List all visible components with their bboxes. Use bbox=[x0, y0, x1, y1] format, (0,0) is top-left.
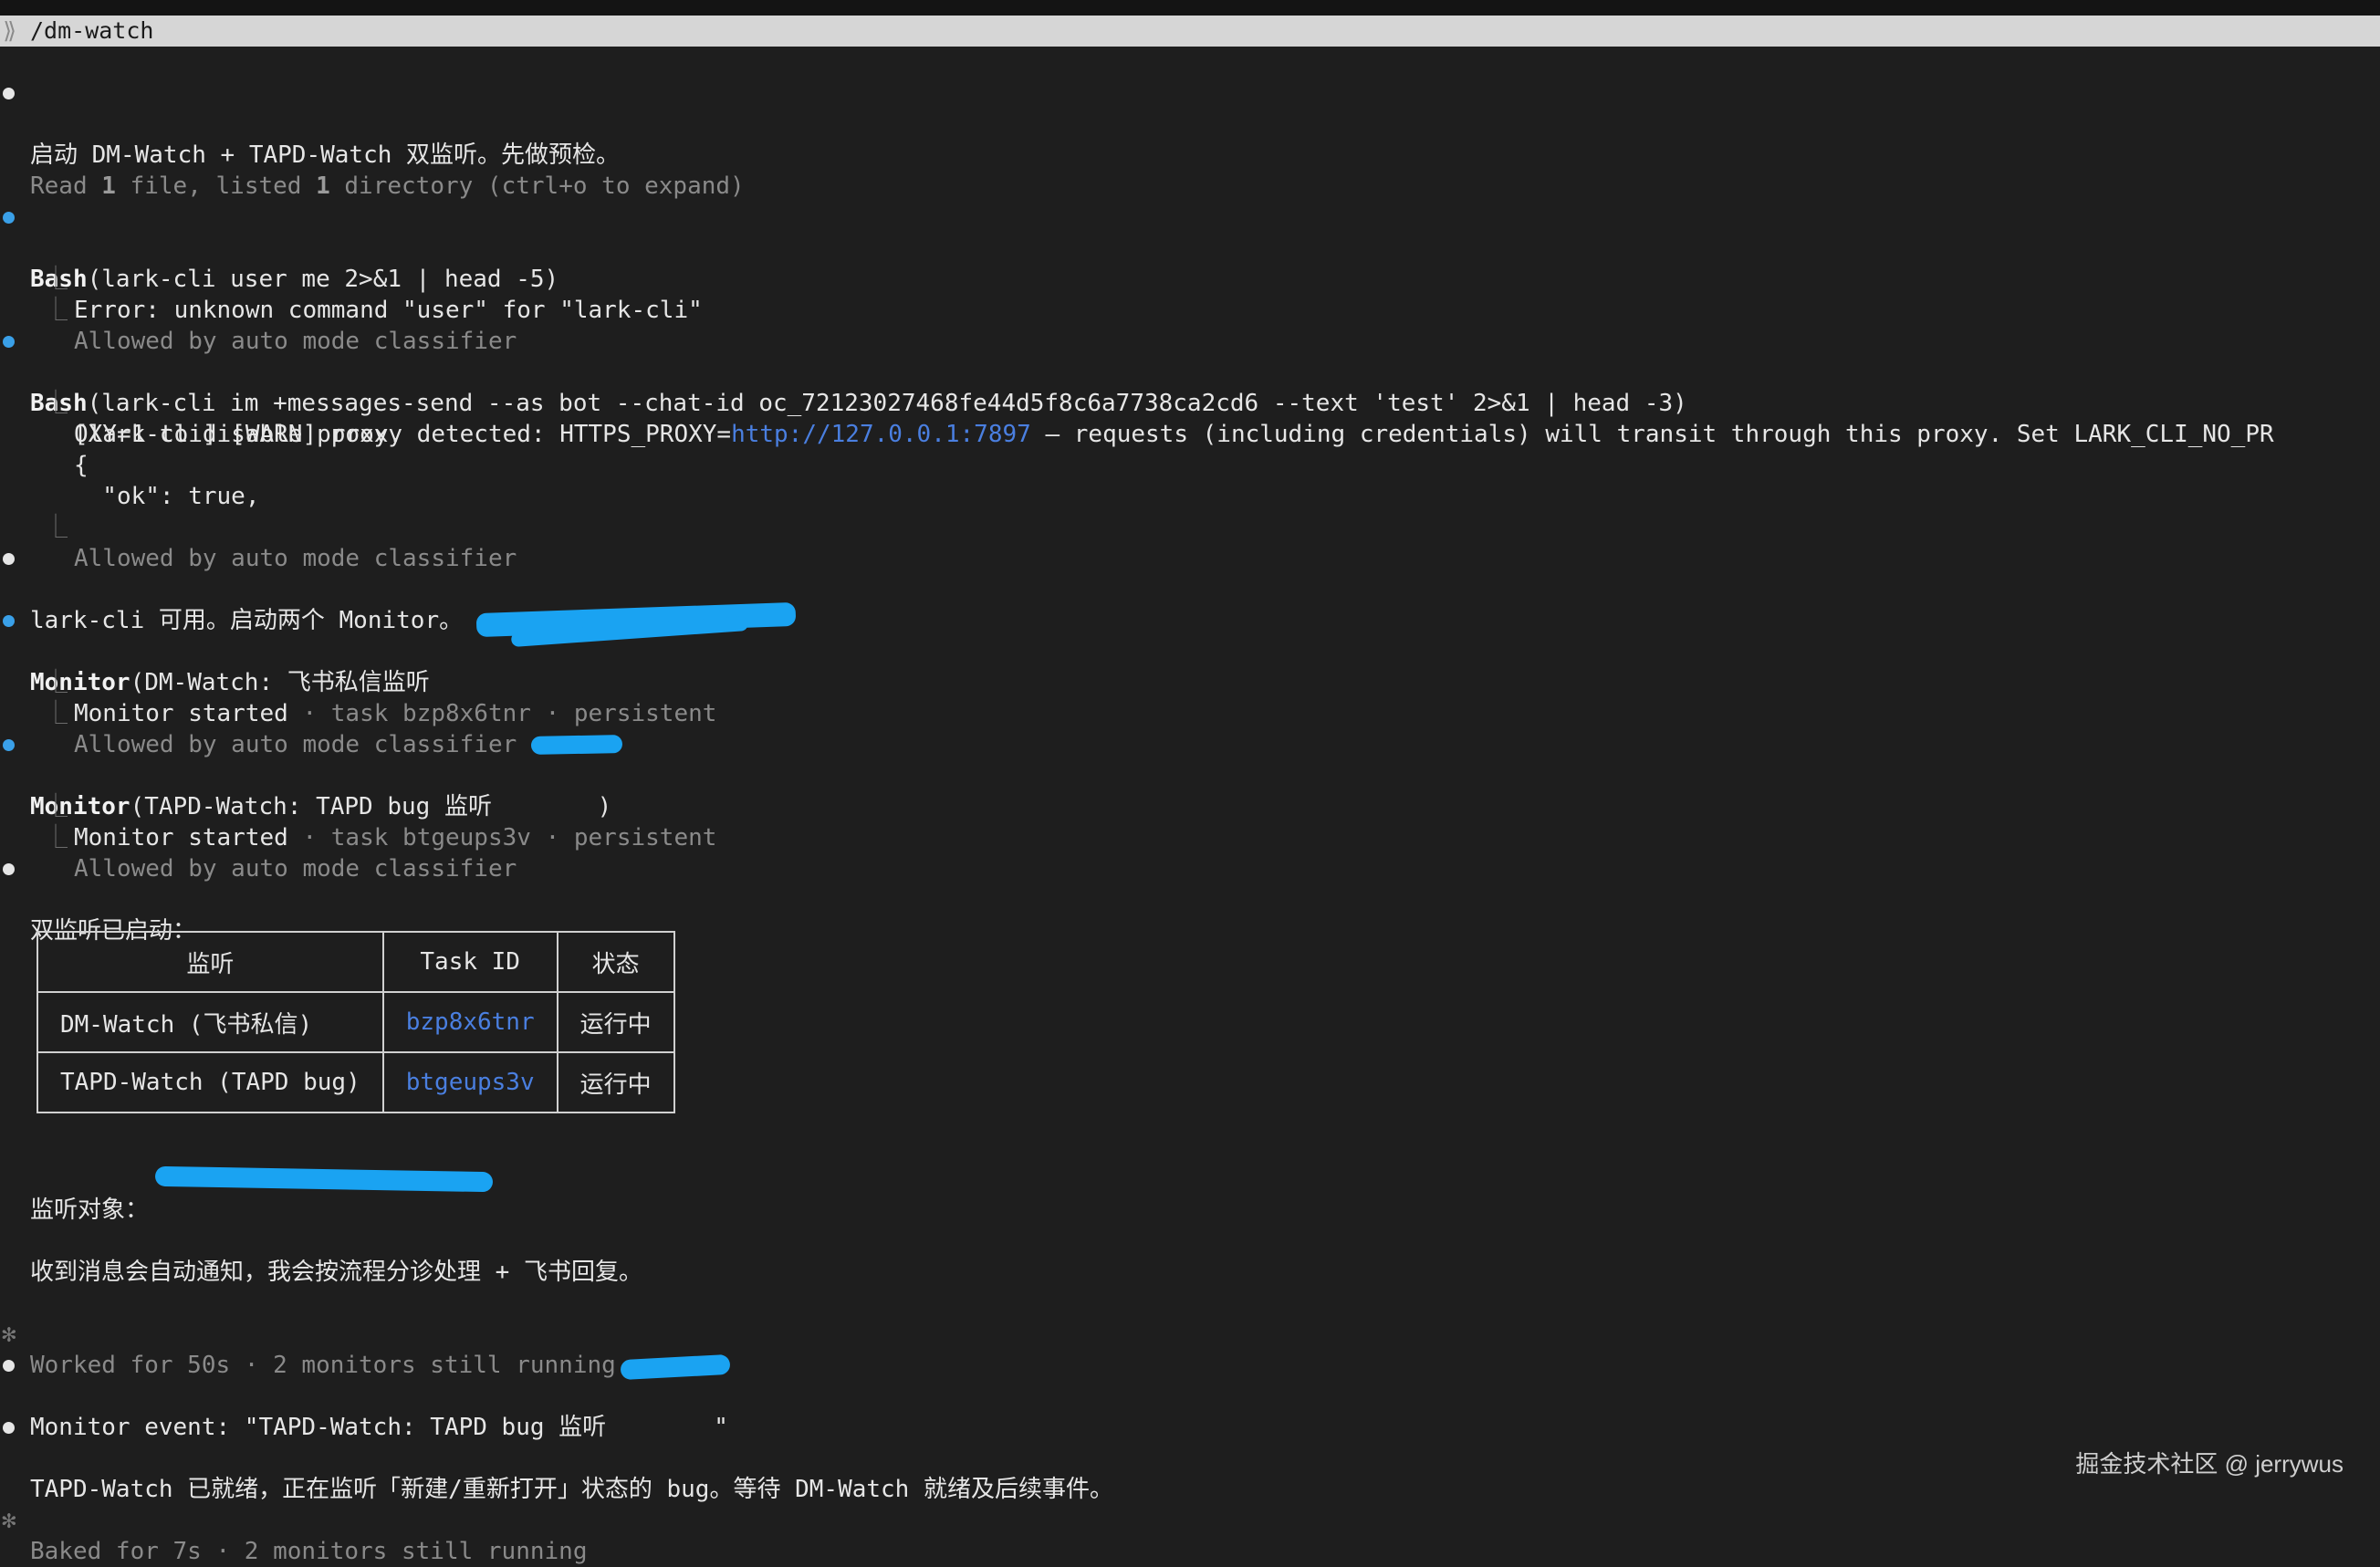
status-line: ✻ Baked for 7s · 2 monitors still runnin… bbox=[2, 1507, 588, 1565]
assistant-message: 收到消息会自动通知，我会按流程分诊处理 + 飞书回复。 bbox=[30, 1259, 642, 1286]
monitor-status: ⎿ Monitor started · task btgeups3v · per… bbox=[44, 793, 717, 851]
tool-permission-note: ⎿ Allowed by auto mode classifier bbox=[44, 700, 517, 758]
column-header: 监听 bbox=[37, 931, 384, 993]
tool-permission-note: ⎿ Allowed by auto mode classifier bbox=[44, 514, 517, 572]
elbow-icon: ⎿ bbox=[44, 793, 68, 820]
message-bullet-icon bbox=[3, 553, 15, 565]
table-row: TAPD-Watch (TAPD bug) btgeups3v 运行中 bbox=[37, 1051, 675, 1113]
monitor-tool-call[interactable]: Monitor(DM-Watch: 飞书私信监听 bbox=[0, 605, 430, 696]
monitor-tool-call[interactable]: Monitor(TAPD-Watch: TAPD bug 监听 ) bbox=[0, 729, 611, 820]
elbow-icon: ⎿ bbox=[44, 514, 68, 541]
redaction-mark bbox=[154, 1165, 494, 1193]
table-header-row: 监听 Task ID 状态 bbox=[37, 931, 675, 993]
assistant-message: lark-cli 可用。启动两个 Monitor。 bbox=[0, 543, 463, 634]
status-line: ✻ Worked for 50s · 2 monitors still runn… bbox=[2, 1321, 616, 1379]
sparkle-icon: ✻ bbox=[2, 1321, 16, 1348]
tool-output: "ok": true, bbox=[74, 483, 260, 510]
monitor-status: ⎿ Monitor started · task bzp8x6tnr · per… bbox=[44, 669, 717, 727]
column-header: Task ID bbox=[381, 931, 558, 993]
tool-output: { bbox=[74, 452, 89, 479]
redaction-mark bbox=[620, 1353, 731, 1381]
elbow-icon: ⎿ bbox=[44, 824, 68, 851]
redaction-mark bbox=[530, 735, 623, 755]
column-header: 状态 bbox=[556, 931, 675, 993]
monitor-target: 监听对象： bbox=[30, 1196, 150, 1224]
proxy-link[interactable]: http://127.0.0.1:7897 bbox=[731, 421, 1031, 448]
prompt-caret-icon: ⟫ bbox=[3, 17, 17, 44]
message-bullet-icon bbox=[3, 88, 15, 99]
tool-args: (DM-Watch: 飞书私信监听 bbox=[130, 669, 444, 696]
tool-args: (lark-cli user me 2>&1 | head -5) bbox=[87, 266, 559, 293]
tool-permission-note: ⎿ Allowed by auto mode classifier bbox=[44, 824, 517, 883]
bash-tool-call[interactable]: Bash(lark-cli user me 2>&1 | head -5) bbox=[0, 202, 558, 293]
table-row: DM-Watch (飞书私信) bzp8x6tnr 运行中 bbox=[37, 991, 675, 1053]
monitor-event: Monitor event: "TAPD-Watch: TAPD bug 监听 " bbox=[0, 1350, 728, 1441]
elbow-icon: ⎿ bbox=[44, 669, 68, 696]
tool-bullet-icon bbox=[3, 212, 15, 224]
tool-bullet-icon bbox=[3, 615, 15, 627]
tool-bullet-icon bbox=[3, 739, 15, 751]
tool-bullet-icon bbox=[3, 336, 15, 348]
title-strip bbox=[0, 0, 2380, 16]
elbow-icon: ⎿ bbox=[44, 266, 68, 293]
watermark: 掘金技术社区 @ jerrywus bbox=[2075, 1450, 2343, 1478]
tool-args: (TAPD-Watch: TAPD bug 监听 bbox=[130, 793, 506, 820]
tool-output: ⎿ [lark-cli] [WARN] proxy detected: HTTP… bbox=[44, 390, 2274, 448]
message-bullet-icon bbox=[3, 1360, 15, 1372]
tool-output: OXY=1 to disable proxy. bbox=[74, 421, 403, 448]
bash-tool-call[interactable]: Bash(lark-cli im +messages-send --as bot… bbox=[0, 326, 1687, 417]
tool-args: (lark-cli im +messages-send --as bot --c… bbox=[87, 390, 1687, 417]
elbow-icon: ⎿ bbox=[44, 700, 68, 727]
monitor-name-cell: DM-Watch (飞书私信) bbox=[37, 991, 384, 1053]
assistant-message: 双监听已启动： bbox=[0, 853, 196, 945]
status-cell: 运行中 bbox=[556, 1051, 675, 1113]
tool-output: ⎿ Error: unknown command "user" for "lar… bbox=[44, 266, 703, 324]
elbow-icon: ⎿ bbox=[44, 390, 68, 417]
message-bullet-icon bbox=[3, 863, 15, 875]
prompt-command[interactable]: /dm-watch bbox=[30, 16, 153, 47]
status-cell: 运行中 bbox=[556, 991, 675, 1053]
sparkle-icon: ✻ bbox=[2, 1507, 16, 1534]
read-summary[interactable]: Read 1 file, listed 1 directory (ctrl+o … bbox=[0, 140, 745, 200]
monitors-table: 监听 Task ID 状态 DM-Watch (飞书私信) bzp8x6tnr … bbox=[37, 931, 675, 1113]
monitor-name-cell: TAPD-Watch (TAPD bug) bbox=[37, 1051, 384, 1113]
command-prompt[interactable]: ⟫ /dm-watch bbox=[0, 16, 2380, 47]
elbow-icon: ⎿ bbox=[44, 297, 68, 324]
message-bullet-icon bbox=[3, 1422, 15, 1434]
task-id-link[interactable]: btgeups3v bbox=[381, 1051, 558, 1113]
assistant-message: 启动 DM-Watch + TAPD-Watch 双监听。先做预检。 bbox=[0, 78, 620, 169]
assistant-message: TAPD-Watch 已就绪，正在监听「新建/重新打开」状态的 bug。等待 D… bbox=[0, 1412, 1113, 1503]
task-id-link[interactable]: bzp8x6tnr bbox=[381, 991, 558, 1053]
tool-permission-note: ⎿ Allowed by auto mode classifier bbox=[44, 297, 517, 355]
